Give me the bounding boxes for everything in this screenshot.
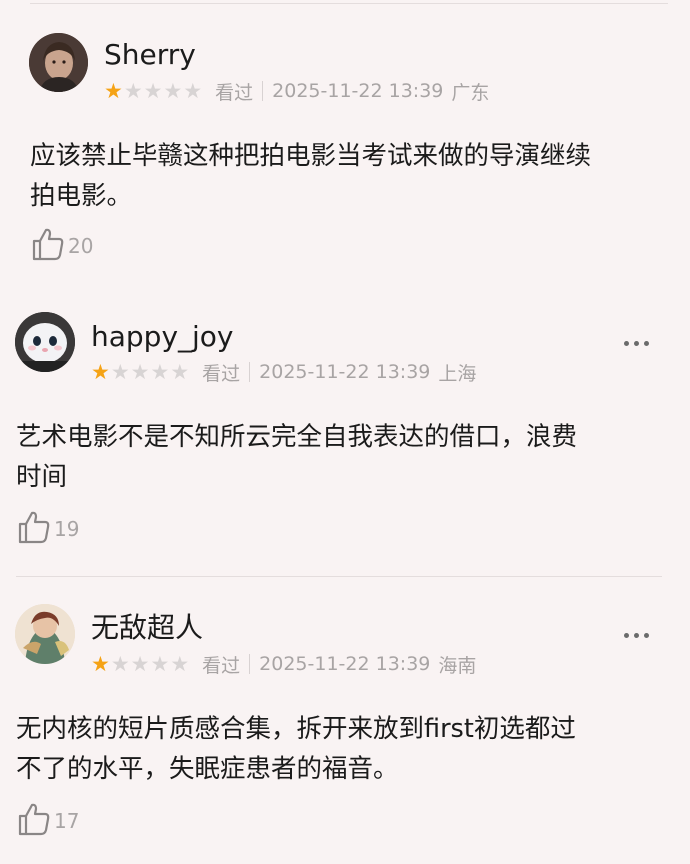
avatar-portrait-icon bbox=[29, 33, 88, 92]
review-datetime: 2025-11-22 13:39 bbox=[259, 653, 431, 675]
meta-separator bbox=[249, 654, 251, 674]
star-icon: ★ bbox=[170, 652, 190, 676]
review-content-line: 艺术电影不是不知所云完全自我表达的借口，浪费 bbox=[16, 422, 578, 452]
avatar[interactable] bbox=[15, 604, 75, 664]
review-location: 上海 bbox=[438, 362, 477, 385]
more-icon bbox=[624, 633, 629, 638]
star-icon: ★ bbox=[170, 360, 190, 384]
like-count: 17 bbox=[54, 809, 80, 833]
divider bbox=[30, 3, 668, 4]
star-icon: ★ bbox=[123, 79, 143, 103]
review-location: 广东 bbox=[451, 81, 490, 104]
avatar-illustration-icon bbox=[15, 604, 75, 664]
star-icon: ★ bbox=[183, 79, 203, 103]
review-content-line: 不了的水平，失眠症患者的福音。 bbox=[16, 754, 399, 784]
review-meta: ★ ★ ★ ★ ★ 看过 2025-11-22 13:39 广东 bbox=[104, 78, 489, 104]
meta-separator bbox=[262, 81, 264, 101]
username[interactable]: Sherry bbox=[104, 38, 196, 72]
star-icon: ★ bbox=[91, 652, 110, 676]
star-rating: ★ ★ ★ ★ ★ bbox=[91, 652, 190, 676]
like-button[interactable]: 19 bbox=[16, 507, 79, 547]
review-content: 艺术电影不是不知所云完全自我表达的借口，浪费 时间 bbox=[16, 417, 577, 497]
review-meta: ★ ★ ★ ★ ★ 看过 2025-11-22 13:39 上海 bbox=[91, 359, 476, 385]
star-icon: ★ bbox=[104, 79, 123, 103]
username[interactable]: 无敌超人 bbox=[91, 611, 203, 645]
watch-status: 看过 bbox=[202, 654, 241, 677]
thumbs-up-icon bbox=[18, 803, 50, 836]
username[interactable]: happy_joy bbox=[91, 320, 234, 354]
more-icon-dot bbox=[634, 341, 639, 346]
star-icon: ★ bbox=[150, 360, 170, 384]
like-button[interactable]: 20 bbox=[30, 224, 93, 264]
thumbs-up-icon bbox=[32, 228, 64, 261]
avatar[interactable] bbox=[15, 312, 75, 372]
review-content: 应该禁止毕赣这种把拍电影当考试来做的导演继续 拍电影。 bbox=[30, 136, 591, 216]
star-icon: ★ bbox=[150, 652, 170, 676]
review-content-line: 应该禁止毕赣这种把拍电影当考试来做的导演继续 bbox=[30, 141, 592, 171]
star-rating: ★ ★ ★ ★ ★ bbox=[91, 360, 190, 384]
more-icon-dot bbox=[644, 633, 649, 638]
meta-separator bbox=[249, 362, 251, 382]
avatar-cartoon-icon bbox=[15, 312, 75, 372]
more-icon-dot bbox=[634, 633, 639, 638]
star-icon: ★ bbox=[130, 652, 150, 676]
review-content-line: 无内核的短片质感合集，拆开来放到first初选都过 bbox=[16, 714, 576, 744]
review-content-line: 拍电影。 bbox=[30, 181, 133, 211]
review-content: 无内核的短片质感合集，拆开来放到first初选都过 不了的水平，失眠症患者的福音… bbox=[16, 709, 576, 789]
star-icon: ★ bbox=[91, 360, 110, 384]
review-feed: Sherry ★ ★ ★ ★ ★ 看过 2025-11-22 13:39 广东 … bbox=[0, 0, 690, 864]
more-button[interactable] bbox=[624, 341, 649, 346]
star-icon: ★ bbox=[163, 79, 183, 103]
avatar[interactable] bbox=[29, 33, 88, 92]
star-rating: ★ ★ ★ ★ ★ bbox=[104, 79, 203, 103]
like-count: 19 bbox=[54, 517, 80, 541]
star-icon: ★ bbox=[110, 652, 130, 676]
thumbs-up-icon bbox=[18, 511, 50, 544]
star-icon: ★ bbox=[130, 360, 150, 384]
star-icon: ★ bbox=[143, 79, 163, 103]
review-meta: ★ ★ ★ ★ ★ 看过 2025-11-22 13:39 海南 bbox=[91, 651, 476, 677]
star-icon: ★ bbox=[110, 360, 130, 384]
more-button[interactable] bbox=[624, 633, 649, 638]
review-datetime: 2025-11-22 13:39 bbox=[259, 361, 431, 383]
watch-status: 看过 bbox=[202, 362, 241, 385]
divider bbox=[16, 576, 662, 577]
review-datetime: 2025-11-22 13:39 bbox=[272, 80, 444, 102]
like-count: 20 bbox=[68, 234, 94, 258]
review-content-line: 时间 bbox=[16, 462, 68, 492]
review-location: 海南 bbox=[438, 654, 477, 677]
watch-status: 看过 bbox=[215, 81, 254, 104]
more-icon bbox=[624, 341, 629, 346]
more-icon-dot bbox=[644, 341, 649, 346]
like-button[interactable]: 17 bbox=[16, 799, 79, 839]
